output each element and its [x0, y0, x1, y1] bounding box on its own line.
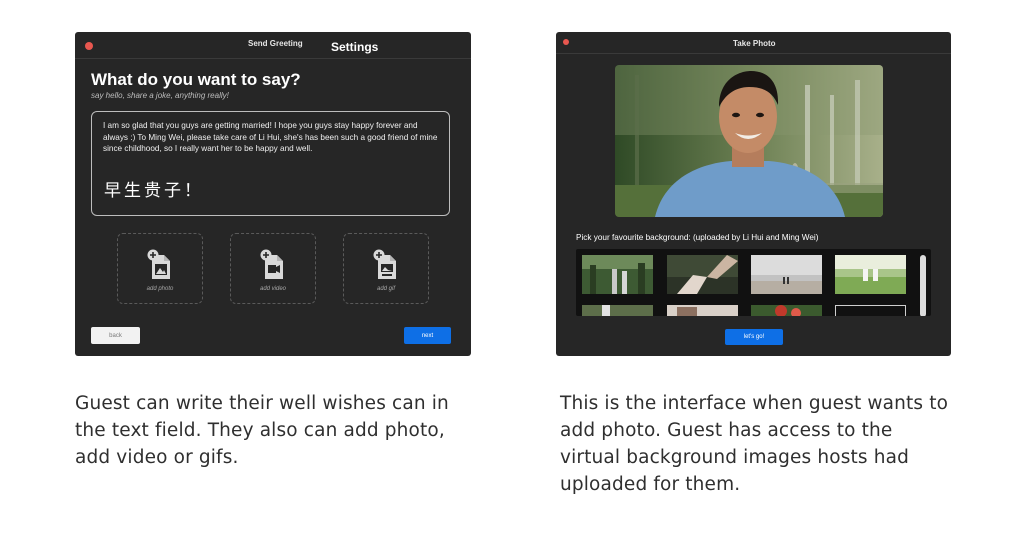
add-photo-label: add photo	[146, 286, 174, 292]
message-text-field[interactable]: I am so glad that you guys are getting m…	[91, 111, 450, 216]
close-icon[interactable]	[85, 42, 93, 50]
message-text: I am so glad that you guys are getting m…	[103, 121, 438, 154]
take-photo-window: Take Photo Pick your favourite backgroun…	[556, 32, 951, 356]
handwritten-greeting: 早生贵子！	[104, 181, 204, 201]
beach-photo-icon	[751, 255, 822, 294]
send-greeting-window: Send Greeting Settings What do you want …	[75, 32, 471, 356]
title-bar: Take Photo	[556, 32, 951, 54]
forest-photo-icon	[582, 255, 653, 294]
add-video-icon	[260, 249, 283, 279]
camera-preview	[615, 65, 883, 217]
window-title: Send Greeting	[248, 39, 303, 48]
add-gif-icon	[373, 249, 396, 279]
page-title: What do you want to say?	[91, 70, 301, 89]
gallery-scrollbar[interactable]	[920, 255, 926, 316]
background-thumbnail[interactable]	[751, 255, 822, 294]
field-photo-icon	[835, 255, 906, 294]
next-button[interactable]: next	[404, 327, 451, 344]
holding-hands-photo-icon	[667, 255, 738, 294]
background-thumbnail[interactable]	[835, 255, 906, 294]
add-photo-button[interactable]: add photo	[117, 233, 203, 304]
add-photo-icon	[147, 249, 170, 279]
background-thumbnail[interactable]	[582, 255, 653, 294]
background-thumbnail[interactable]	[835, 305, 906, 316]
camera-preview-person-icon	[615, 65, 883, 217]
page-subtitle: say hello, share a joke, anything really…	[91, 91, 229, 100]
close-icon[interactable]	[563, 39, 569, 45]
window-title: Take Photo	[733, 39, 776, 48]
add-gif-label: add gif	[376, 286, 395, 292]
add-gif-button[interactable]: add gif	[343, 233, 429, 304]
background-thumbnail[interactable]	[667, 305, 738, 316]
lets-go-button[interactable]: let's go!	[725, 329, 783, 345]
add-video-label: add video	[259, 286, 287, 292]
background-thumbnail[interactable]	[582, 305, 653, 316]
settings-title[interactable]: Settings	[331, 40, 378, 54]
background-thumbnail[interactable]	[667, 255, 738, 294]
left-caption: Guest can write their well wishes can in…	[75, 393, 449, 468]
back-button[interactable]: back	[91, 327, 140, 344]
right-caption: This is the interface when guest wants t…	[560, 393, 949, 495]
add-video-button[interactable]: add video	[230, 233, 316, 304]
title-bar: Send Greeting Settings	[75, 32, 471, 59]
background-thumbnail[interactable]	[751, 305, 822, 316]
pick-background-label: Pick your favourite background: (uploade…	[576, 233, 819, 242]
background-gallery[interactable]	[576, 249, 931, 316]
